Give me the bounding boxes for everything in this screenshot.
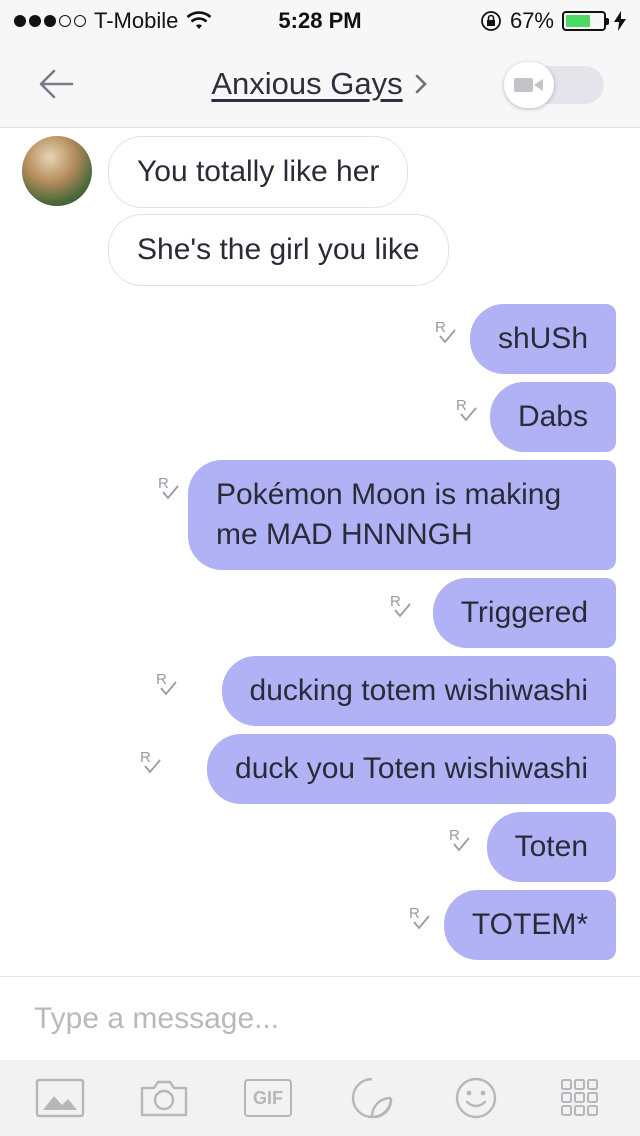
read-receipt-icon: R	[155, 670, 181, 700]
video-camera-icon	[514, 78, 543, 92]
read-receipt-icon: R	[389, 592, 415, 622]
more-button[interactable]	[552, 1070, 608, 1126]
more-grid-icon	[561, 1079, 598, 1116]
image-icon	[35, 1078, 85, 1118]
camera-icon	[140, 1080, 188, 1117]
camera-button[interactable]	[136, 1070, 192, 1126]
read-receipt-icon: R	[434, 318, 460, 348]
message-composer	[0, 976, 640, 1060]
message-bubble-outgoing[interactable]: Toten	[486, 812, 616, 882]
message-bubble-outgoing[interactable]: Triggered	[432, 578, 616, 648]
status-bar: T-Mobile 5:28 PM 67%	[0, 0, 640, 40]
chevron-right-icon[interactable]	[413, 73, 429, 95]
svg-text:R: R	[435, 319, 446, 336]
message-bubble-outgoing[interactable]: Pokémon Moon is making me MAD HNNNGH	[188, 460, 616, 570]
attachment-toolbar: GIF	[0, 1060, 640, 1136]
status-right: 67%	[480, 8, 626, 34]
video-toggle-knob[interactable]	[504, 62, 554, 108]
svg-text:R: R	[409, 905, 420, 922]
read-receipt-icon: R	[408, 904, 434, 934]
message-input[interactable]	[34, 997, 614, 1041]
message-bubble-outgoing[interactable]: ducking totem wishiwashi	[221, 656, 616, 726]
message-bubble-outgoing[interactable]: Dabs	[489, 382, 616, 452]
svg-text:R: R	[158, 475, 169, 492]
svg-text:R: R	[390, 593, 401, 610]
orientation-lock-icon	[481, 11, 501, 31]
message-bubble-incoming[interactable]: You totally like her	[108, 136, 409, 208]
emoji-icon	[455, 1077, 497, 1119]
sticker-icon	[351, 1077, 393, 1119]
read-receipt-icon: R	[448, 826, 474, 856]
battery-icon	[562, 11, 609, 31]
charging-bolt-icon	[614, 11, 626, 31]
image-button[interactable]	[32, 1070, 88, 1126]
gif-icon: GIF	[244, 1079, 292, 1117]
message-bubble-incoming[interactable]: She's the girl you like	[108, 214, 449, 286]
svg-text:R: R	[156, 671, 167, 688]
gif-button[interactable]: GIF	[240, 1070, 296, 1126]
message-bubble-outgoing[interactable]: duck you Toten wishiwashi	[207, 734, 616, 804]
battery-percent: 67%	[509, 8, 554, 33]
message-bubble-outgoing[interactable]: shUSh	[469, 304, 616, 374]
video-call-toggle[interactable]	[504, 62, 604, 108]
svg-text:R: R	[449, 827, 460, 844]
read-receipt-icon: R	[455, 396, 481, 426]
sticker-button[interactable]	[344, 1070, 400, 1126]
svg-text:R: R	[456, 397, 467, 414]
read-receipt-icon: R	[139, 748, 165, 778]
battery-fill	[566, 15, 591, 27]
emoji-button[interactable]	[448, 1070, 504, 1126]
read-receipt-icon: R	[157, 474, 183, 504]
chat-header: Anxious Gays	[0, 40, 640, 128]
contact-avatar[interactable]	[22, 136, 92, 206]
svg-text:R: R	[140, 749, 151, 766]
chat-title[interactable]: Anxious Gays	[211, 66, 402, 102]
message-bubble-outgoing[interactable]: TOTEM*	[443, 890, 616, 960]
